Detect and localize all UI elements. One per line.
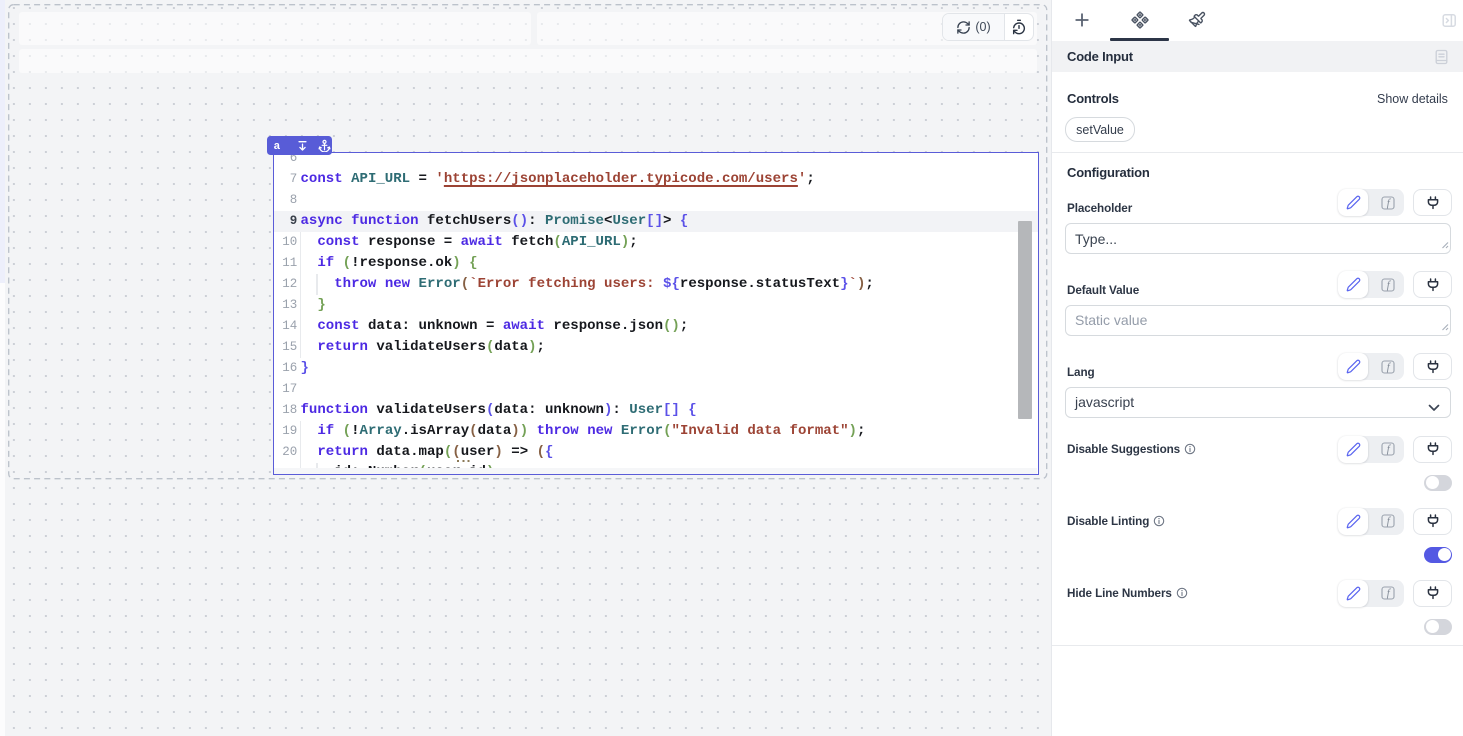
svg-text:f: f (1387, 279, 1392, 291)
svg-text:f: f (1387, 443, 1392, 455)
svg-text:f: f (1387, 515, 1392, 527)
svg-text:f: f (1387, 197, 1392, 209)
svg-text:f: f (1387, 587, 1392, 599)
svg-text:f: f (1387, 361, 1392, 373)
